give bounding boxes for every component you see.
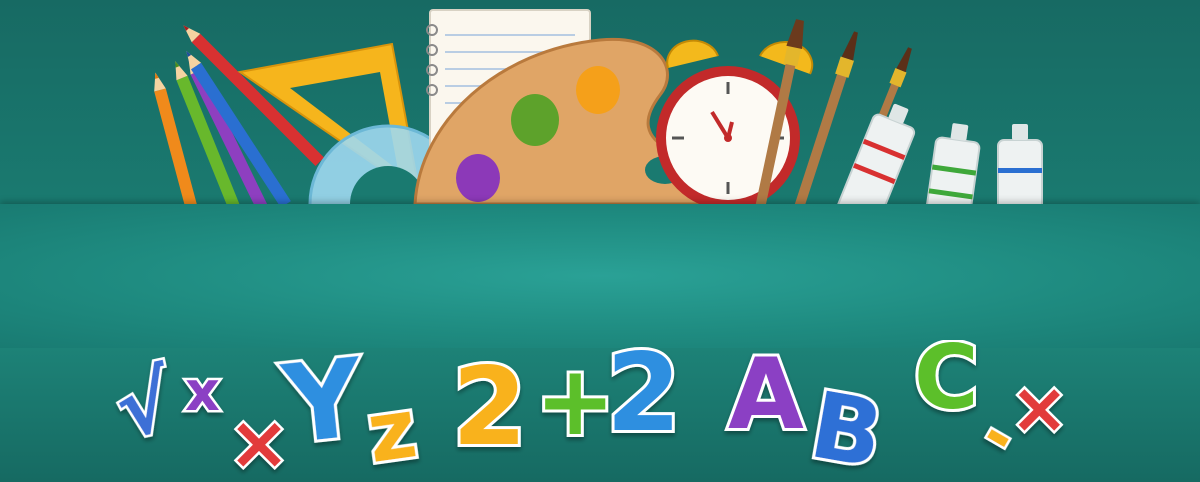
digit-two-second: 2 [606, 340, 681, 456]
letter-y: Y [276, 340, 371, 469]
letter-z: z [362, 381, 422, 482]
paint-tube-icon [923, 123, 981, 204]
paint-tube-icon [834, 103, 916, 204]
letter-c: C [914, 340, 979, 429]
letter-a: A [728, 340, 804, 452]
pencil-icon [154, 72, 203, 204]
letters-row: √ x × Y z 2 + 2 A B C - × [0, 340, 1200, 482]
letter-b: B [803, 371, 891, 482]
paint-tube-icon [997, 124, 1043, 204]
school-supplies [0, 0, 1200, 204]
plus-symbol: + [535, 345, 615, 457]
digit-two-first: 2 [452, 345, 527, 470]
times-symbol: × [228, 400, 290, 482]
letter-x-small: x [185, 360, 220, 423]
times-symbol-right: × [1010, 367, 1069, 449]
center-band [0, 204, 1200, 348]
banner: √ x × Y z 2 + 2 A B C - × [0, 0, 1200, 482]
sqrt-symbol: √ [108, 353, 182, 457]
